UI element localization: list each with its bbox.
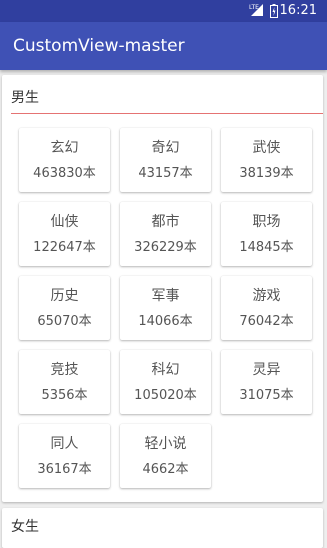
- category-tile[interactable]: 武侠 38139本: [221, 128, 312, 192]
- section-card-male: 男生 玄幻 463830本 奇幻 43157本 武侠 38139本 仙侠 122…: [2, 75, 323, 502]
- category-tile[interactable]: 竞技 5356本: [19, 350, 110, 414]
- category-name: 灵异: [252, 362, 281, 378]
- category-name: 游戏: [252, 288, 281, 304]
- battery-icon: [270, 4, 278, 18]
- category-name: 竞技: [50, 362, 79, 378]
- category-count: 4662本: [142, 462, 189, 477]
- category-name: 奇幻: [151, 140, 180, 156]
- category-name: 仙侠: [50, 214, 79, 230]
- category-name: 玄幻: [50, 140, 79, 156]
- category-tile[interactable]: 灵异 31075本: [221, 350, 312, 414]
- category-count: 105020本: [134, 388, 197, 403]
- category-tile[interactable]: 军事 14066本: [120, 276, 211, 340]
- category-count: 326229本: [134, 240, 197, 255]
- category-name: 武侠: [252, 140, 281, 156]
- category-name: 同人: [50, 436, 79, 452]
- app-title: CustomView-master: [13, 36, 185, 56]
- category-count: 38139本: [239, 166, 294, 181]
- status-time: 16:21: [279, 3, 317, 18]
- category-name: 科幻: [151, 362, 180, 378]
- category-count: 14845本: [239, 240, 294, 255]
- category-count: 5356本: [41, 388, 88, 403]
- category-tile[interactable]: 都市 326229本: [120, 202, 211, 266]
- category-name: 都市: [151, 214, 180, 230]
- category-name: 轻小说: [144, 436, 187, 452]
- category-name: 职场: [252, 214, 281, 230]
- category-tile[interactable]: 玄幻 463830本: [19, 128, 110, 192]
- category-count: 43157本: [138, 166, 193, 181]
- category-count: 31075本: [239, 388, 294, 403]
- category-count: 65070本: [37, 314, 92, 329]
- category-count: 76042本: [239, 314, 294, 329]
- category-tile[interactable]: 轻小说 4662本: [120, 424, 211, 488]
- category-count: 463830本: [33, 166, 96, 181]
- section-card-female: 女生: [2, 508, 323, 548]
- category-count: 36167本: [37, 462, 92, 477]
- section-divider: [11, 113, 323, 114]
- status-bar: LTE 16:21: [0, 0, 327, 22]
- svg-text:LTE: LTE: [249, 4, 259, 11]
- category-tile[interactable]: 同人 36167本: [19, 424, 110, 488]
- category-tile[interactable]: 职场 14845本: [221, 202, 312, 266]
- category-tile[interactable]: 科幻 105020本: [120, 350, 211, 414]
- category-tile[interactable]: 游戏 76042本: [221, 276, 312, 340]
- category-name: 军事: [151, 288, 180, 304]
- category-count: 14066本: [138, 314, 193, 329]
- category-tile[interactable]: 仙侠 122647本: [19, 202, 110, 266]
- category-count: 122647本: [33, 240, 96, 255]
- lte-signal-icon: LTE: [249, 4, 263, 16]
- app-bar: CustomView-master: [0, 22, 327, 70]
- section-title: 女生: [11, 519, 39, 535]
- category-tile[interactable]: 奇幻 43157本: [120, 128, 211, 192]
- category-tile[interactable]: 历史 65070本: [19, 276, 110, 340]
- category-name: 历史: [50, 288, 79, 304]
- section-title: 男生: [11, 90, 39, 106]
